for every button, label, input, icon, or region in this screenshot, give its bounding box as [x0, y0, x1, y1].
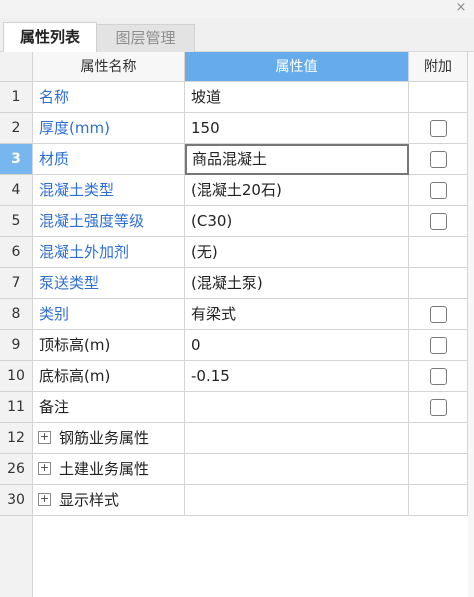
expand-plus-icon[interactable]: + [38, 492, 51, 506]
add-checkbox[interactable] [430, 213, 447, 230]
table-row[interactable]: 7 泵送类型 (混凝土泵) [0, 268, 468, 299]
table-row[interactable]: 11 备注 [0, 392, 468, 423]
property-name: 备注 [33, 392, 185, 423]
add-cell [409, 113, 468, 144]
group-value-cell [185, 423, 409, 454]
table-row[interactable]: 6 混凝土外加剂 (无) [0, 237, 468, 268]
property-value[interactable]: (混凝土20石) [185, 175, 409, 206]
add-cell [409, 423, 468, 454]
table-row[interactable]: 4 混凝土类型 (混凝土20石) [0, 175, 468, 206]
add-cell [409, 485, 468, 516]
property-value-editor[interactable]: 商品混凝土 [185, 144, 409, 175]
property-name: 泵送类型 [33, 268, 185, 299]
property-name: 混凝土强度等级 [33, 206, 185, 237]
property-value[interactable]: 坡道 [185, 82, 409, 113]
group-label-cell: + 显示样式 [33, 485, 185, 516]
property-value[interactable]: 150 [185, 113, 409, 144]
table-row[interactable]: 2 厚度(mm) 150 [0, 113, 468, 144]
add-checkbox[interactable] [430, 182, 447, 199]
tab-bar: 属性列表 图层管理 [0, 18, 474, 52]
row-number[interactable]: 9 [0, 330, 33, 361]
row-number[interactable]: 5 [0, 206, 33, 237]
header-row-number [0, 52, 33, 82]
group-label-cell: + 钢筋业务属性 [33, 423, 185, 454]
row-number[interactable]: 1 [0, 82, 33, 113]
property-name: 厚度(mm) [33, 113, 185, 144]
property-name: 类别 [33, 299, 185, 330]
group-row[interactable]: 30 + 显示样式 [0, 485, 468, 516]
row-number[interactable]: 10 [0, 361, 33, 392]
row-number[interactable]: 11 [0, 392, 33, 423]
grid-header: 属性名称 属性值 附加 [0, 52, 468, 82]
property-value[interactable]: (混凝土泵) [185, 268, 409, 299]
row-number[interactable]: 30 [0, 485, 33, 516]
property-name: 材质 [33, 144, 185, 175]
add-cell [409, 206, 468, 237]
property-value[interactable]: 有梁式 [185, 299, 409, 330]
add-checkbox[interactable] [430, 306, 447, 323]
group-row[interactable]: 12 + 钢筋业务属性 [0, 423, 468, 454]
property-name: 混凝土类型 [33, 175, 185, 206]
expand-plus-icon[interactable]: + [38, 430, 51, 444]
property-name: 底标高(m) [33, 361, 185, 392]
property-name: 名称 [33, 82, 185, 113]
add-cell [409, 82, 468, 113]
row-number[interactable]: 4 [0, 175, 33, 206]
close-icon[interactable]: × [454, 1, 468, 15]
title-bar: × [0, 0, 474, 18]
row-number[interactable]: 12 [0, 423, 33, 454]
group-value-cell [185, 485, 409, 516]
expand-plus-icon[interactable]: + [38, 461, 51, 475]
tab-property-list[interactable]: 属性列表 [3, 22, 97, 52]
property-value[interactable] [185, 392, 409, 423]
add-cell [409, 237, 468, 268]
property-name: 混凝土外加剂 [33, 237, 185, 268]
add-cell [409, 330, 468, 361]
add-checkbox[interactable] [430, 120, 447, 137]
add-checkbox[interactable] [430, 337, 447, 354]
group-label: 钢筋业务属性 [59, 429, 150, 447]
row-number[interactable]: 6 [0, 237, 33, 268]
add-checkbox[interactable] [430, 368, 447, 385]
header-property-name[interactable]: 属性名称 [33, 52, 185, 82]
row-number[interactable]: 2 [0, 113, 33, 144]
grid-right-edge [468, 52, 474, 597]
tab-layer-management[interactable]: 图层管理 [97, 24, 195, 52]
row-number[interactable]: 8 [0, 299, 33, 330]
property-grid: 属性名称 属性值 附加 1 名称 坡道 2 厚度(mm) 150 3 材质 商品混凝土 4 混凝土类… [0, 52, 474, 597]
add-cell [409, 392, 468, 423]
table-row[interactable]: 9 顶标高(m) 0 [0, 330, 468, 361]
property-value[interactable]: -0.15 [185, 361, 409, 392]
add-cell [409, 144, 468, 175]
property-value[interactable]: (无) [185, 237, 409, 268]
table-row[interactable]: 3 材质 商品混凝土 [0, 144, 468, 175]
property-value[interactable]: (C30) [185, 206, 409, 237]
property-value[interactable]: 0 [185, 330, 409, 361]
group-value-cell [185, 454, 409, 485]
group-label: 土建业务属性 [59, 460, 150, 478]
add-cell [409, 299, 468, 330]
row-number[interactable]: 3 [0, 144, 33, 175]
table-row[interactable]: 1 名称 坡道 [0, 82, 468, 113]
header-add[interactable]: 附加 [409, 52, 468, 82]
header-property-value[interactable]: 属性值 [185, 52, 409, 82]
add-cell [409, 454, 468, 485]
add-checkbox[interactable] [430, 151, 447, 168]
add-cell [409, 175, 468, 206]
table-row[interactable]: 8 类别 有梁式 [0, 299, 468, 330]
property-name: 顶标高(m) [33, 330, 185, 361]
add-cell [409, 361, 468, 392]
row-number[interactable]: 7 [0, 268, 33, 299]
group-label-cell: + 土建业务属性 [33, 454, 185, 485]
add-checkbox[interactable] [430, 399, 447, 416]
table-row[interactable]: 5 混凝土强度等级 (C30) [0, 206, 468, 237]
table-row[interactable]: 10 底标高(m) -0.15 [0, 361, 468, 392]
group-row[interactable]: 26 + 土建业务属性 [0, 454, 468, 485]
row-number[interactable]: 26 [0, 454, 33, 485]
group-label: 显示样式 [59, 491, 120, 509]
add-cell [409, 268, 468, 299]
